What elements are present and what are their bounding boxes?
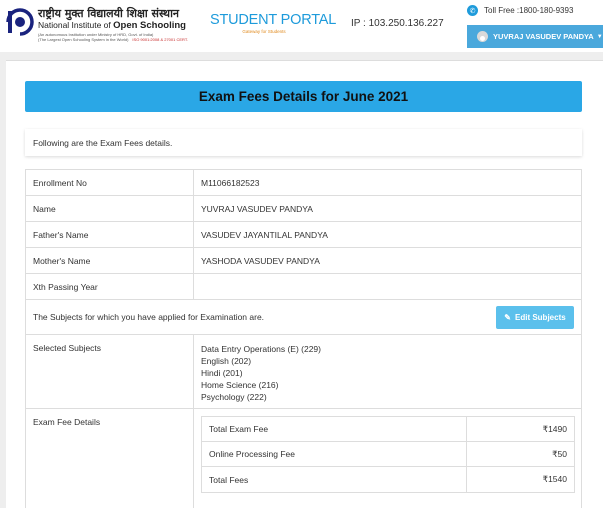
list-item: English (202) (201, 356, 252, 366)
org-tagline-2-text: (The Largest Open Schooling System in th… (38, 36, 129, 42)
org-name-prefix: National Institute of (38, 20, 114, 30)
selected-subjects-row: Selected Subjects Data Entry Operations … (26, 335, 581, 409)
toll-free: ✆ Toll Free :1800-180-9393 (467, 5, 573, 16)
user-avatar-icon (477, 31, 488, 42)
details-table: Enrollment No M11066182523 Name YUVRAJ V… (25, 169, 582, 508)
enrollment-label: Enrollment No (26, 170, 194, 195)
org-logo-text[interactable]: राष्ट्रीय मुक्त विद्यालयी शिक्षा संस्थान… (38, 8, 188, 42)
org-tagline-2: (The Largest Open Schooling System in th… (38, 36, 188, 42)
mother-name-label: Mother's Name (26, 248, 194, 273)
edit-subjects-label: Edit Subjects (515, 312, 566, 322)
selected-subjects-list: Data Entry Operations (E) (229) English … (194, 335, 581, 408)
fee-row: Total Exam Fee ₹1490 (202, 417, 574, 442)
ip-address: IP : 103.250.136.227 (351, 18, 444, 29)
fee-amount: ₹1540 (542, 474, 567, 484)
toll-free-text: Toll Free :1800-180-9393 (484, 6, 574, 15)
exam-fee-container: Total Exam Fee ₹1490 Online Processing F… (194, 409, 581, 508)
fee-amount: ₹50 (552, 448, 567, 459)
subjects-note: The Subjects for which you have applied … (33, 312, 265, 322)
table-row: Mother's Name YASHODA VASUDEV PANDYA (26, 248, 581, 274)
header: राष्ट्रीय मुक्त विद्यालयी शिक्षा संस्थान… (0, 0, 603, 52)
father-name-label: Father's Name (26, 222, 194, 247)
subjects-note-row: The Subjects for which you have applied … (26, 300, 581, 335)
fee-name: Online Processing Fee (202, 442, 467, 466)
table-row: Enrollment No M11066182523 (26, 170, 581, 196)
fee-name: Total Fees (202, 467, 467, 492)
fee-amount: ₹1490 (542, 423, 567, 434)
list-item: Data Entry Operations (E) (229) (201, 344, 321, 354)
list-item: Home Science (216) (201, 380, 279, 390)
portal-brand: STUDENT PORTAL Gateway for Students (210, 12, 337, 34)
caret-down-icon: ▼ (596, 33, 603, 40)
main-card: Exam Fees Details for June 2021 Followin… (6, 60, 603, 508)
iso-cert: ISO 9001:2008 & 27001 CERT. (132, 36, 188, 42)
xth-passing-year-label: Xth Passing Year (26, 274, 194, 299)
fee-table: Total Exam Fee ₹1490 Online Processing F… (201, 416, 575, 493)
portal-subtitle: Gateway for Students (242, 29, 286, 34)
father-name-value: VASUDEV JAYANTILAL PANDYA (201, 229, 328, 240)
selected-subjects-label: Selected Subjects (26, 335, 194, 408)
name-value: YUVRAJ VASUDEV PANDYA (201, 203, 313, 214)
enrollment-value: M11066182523 (201, 177, 260, 188)
info-message: Following are the Exam Fees details. (25, 129, 582, 156)
fee-name: Total Exam Fee (202, 417, 467, 441)
org-name-english: National Institute of Open Schooling (38, 21, 188, 31)
table-row: Father's Name VASUDEV JAYANTILAL PANDYA (26, 222, 581, 248)
page-title: Exam Fees Details for June 2021 (25, 81, 582, 112)
fee-row: Total Fees ₹1540 (202, 467, 574, 492)
list-item: Psychology (222) (201, 392, 267, 402)
nios-logo-icon[interactable] (5, 7, 35, 37)
fee-row: Online Processing Fee ₹50 (202, 442, 574, 467)
phone-icon: ✆ (467, 5, 478, 16)
table-row: Name YUVRAJ VASUDEV PANDYA (26, 196, 581, 222)
portal-title: STUDENT PORTAL (210, 12, 337, 28)
table-row: Xth Passing Year (26, 274, 581, 300)
org-name-bold: Open Schooling (113, 20, 186, 31)
xth-passing-year-value (194, 274, 581, 299)
mother-name-value: YASHODA VASUDEV PANDYA (201, 255, 320, 266)
exam-fee-label: Exam Fee Details (26, 409, 194, 508)
user-name: YUVRAJ VASUDEV PANDYA (493, 32, 594, 41)
list-item: Hindi (201) (201, 368, 243, 378)
org-name-hindi: राष्ट्रीय मुक्त विद्यालयी शिक्षा संस्थान (38, 7, 180, 20)
pencil-icon: ✎ (504, 312, 511, 322)
edit-subjects-button[interactable]: ✎ Edit Subjects (496, 305, 574, 329)
user-menu-button[interactable]: YUVRAJ VASUDEV PANDYA ▼ (467, 25, 603, 48)
exam-fee-row: Exam Fee Details Total Exam Fee ₹1490 On… (26, 409, 581, 508)
name-label: Name (26, 196, 194, 221)
